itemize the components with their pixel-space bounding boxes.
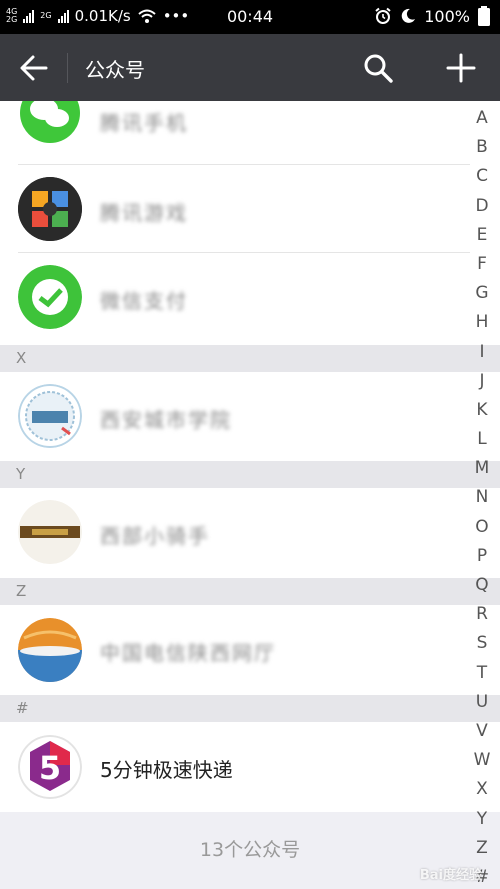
index-letter-t[interactable]: T <box>470 659 494 688</box>
back-arrow-icon[interactable] <box>18 53 50 83</box>
page-title: 公众号 <box>85 58 145 82</box>
index-letter-b[interactable]: B <box>470 133 494 162</box>
alarm-icon <box>375 7 391 24</box>
index-letter-z[interactable]: Z <box>470 834 494 863</box>
index-letter-x[interactable]: X <box>470 775 494 804</box>
search-icon[interactable] <box>362 52 394 84</box>
section-header-x: X <box>0 345 500 372</box>
orange-blue-logo-icon <box>18 618 82 682</box>
status-bar: 4G 2G 2G 0.01K/s ••• 00:44 100% <box>0 0 500 34</box>
alphabet-index-bar[interactable]: A B C D E F G H I J K L M N O P Q R S T U V W X Y Z # <box>470 104 494 889</box>
green-chat-icon <box>18 265 82 329</box>
index-letter-o[interactable]: O <box>470 513 494 542</box>
account-name: 中国电信陕西网厅 <box>100 641 276 665</box>
list-item[interactable]: 腾讯手机 <box>0 101 500 165</box>
list-item[interactable]: 西安城市学院 <box>0 372 500 461</box>
section-header-z: Z <box>0 578 500 605</box>
index-letter-l[interactable]: L <box>470 425 494 454</box>
list-item[interactable]: 微信支付 <box>0 253 500 345</box>
svg-text:5: 5 <box>39 749 61 787</box>
index-letter-a[interactable]: A <box>470 104 494 133</box>
account-name: 腾讯手机 <box>100 111 188 135</box>
appbar-divider <box>67 53 68 83</box>
index-letter-n[interactable]: N <box>470 483 494 512</box>
university-seal-icon <box>18 384 82 448</box>
index-letter-u[interactable]: U <box>470 688 494 717</box>
index-letter-s[interactable]: S <box>470 629 494 658</box>
list-item[interactable]: 5 5分钟极速快递 <box>0 722 500 812</box>
index-letter-p[interactable]: P <box>470 542 494 571</box>
index-letter-y[interactable]: Y <box>470 805 494 834</box>
index-letter-e[interactable]: E <box>470 221 494 250</box>
watermark: Bai度经验 <box>419 868 482 883</box>
index-letter-g[interactable]: G <box>470 279 494 308</box>
battery-icon <box>478 6 490 26</box>
battery-percent: 100% <box>424 6 470 26</box>
index-letter-j[interactable]: J <box>470 367 494 396</box>
list-item[interactable]: 腾讯游戏 <box>0 165 500 253</box>
index-letter-r[interactable]: R <box>470 600 494 629</box>
index-letter-v[interactable]: V <box>470 717 494 746</box>
index-letter-c[interactable]: C <box>470 162 494 191</box>
plus-icon[interactable] <box>445 52 477 84</box>
account-name: 西安城市学院 <box>100 408 232 432</box>
index-letter-m[interactable]: M <box>470 454 494 483</box>
section-header-hash: # <box>0 695 500 722</box>
status-right: 100% <box>374 6 490 26</box>
wechat-green-icon <box>18 101 82 145</box>
index-letter-q[interactable]: Q <box>470 571 494 600</box>
index-letter-f[interactable]: F <box>470 250 494 279</box>
number-5-logo-icon: 5 <box>18 735 82 799</box>
index-letter-k[interactable]: K <box>470 396 494 425</box>
list-item[interactable]: 中国电信陕西网厅 <box>0 605 500 695</box>
list-item[interactable]: 西部小骑手 <box>0 488 500 578</box>
brown-bar-icon <box>18 500 82 564</box>
app-bar: 公众号 <box>0 34 500 101</box>
account-name: 腾讯游戏 <box>100 201 188 225</box>
account-name: 5分钟极速快递 <box>100 758 233 782</box>
moon-icon <box>401 8 416 23</box>
account-name: 西部小骑手 <box>100 524 210 548</box>
index-letter-w[interactable]: W <box>470 746 494 775</box>
colorful-game-icon <box>18 177 82 241</box>
official-accounts-list: 腾讯手机 腾讯游戏 微信支付 X 西安城市学院 Y 西部小骑手 Z 中国电信陕西… <box>0 101 500 889</box>
account-name: 微信支付 <box>100 289 188 313</box>
index-letter-h[interactable]: H <box>470 308 494 337</box>
section-header-y: Y <box>0 461 500 488</box>
index-letter-d[interactable]: D <box>470 192 494 221</box>
index-letter-i[interactable]: I <box>470 338 494 367</box>
